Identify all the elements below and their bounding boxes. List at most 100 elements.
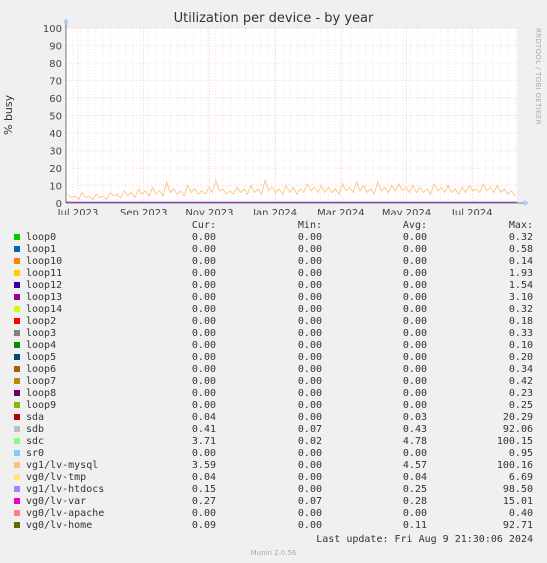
legend-value-min: 0.00 [297, 304, 322, 315]
legend-value-max: 100.16 [496, 460, 533, 471]
legend-swatch [14, 498, 20, 504]
legend-swatch [14, 258, 20, 264]
legend-value-avg: 0.00 [402, 280, 427, 291]
legend-row: vg0/lv-tmp 0.04 0.00 0.04 6.69 [0, 472, 547, 484]
legend-row: loop1 0.00 0.00 0.00 0.58 [0, 244, 547, 256]
legend-value-max: 0.18 [508, 316, 533, 327]
y-tick-label: 20 [49, 164, 62, 175]
x-tick-label: Nov 2023 [185, 208, 233, 215]
legend-value-avg: 0.25 [402, 484, 427, 495]
legend-swatch [14, 486, 20, 492]
legend-value-avg: 0.00 [402, 400, 427, 411]
legend-series-name: loop4 [26, 340, 57, 351]
y-tick-label: 70 [49, 77, 62, 88]
x-tick-label: Jul 2023 [57, 208, 99, 215]
legend-swatch [14, 474, 20, 480]
legend-value-avg: 0.00 [402, 232, 427, 243]
legend-series-name: loop14 [26, 304, 63, 315]
legend-series-name: loop7 [26, 376, 57, 387]
legend-value-cur: 0.04 [191, 412, 216, 423]
last-update: Last update: Fri Aug 9 21:30:06 2024 [316, 534, 533, 545]
legend-value-avg: 0.00 [402, 376, 427, 387]
legend-value-cur: 0.00 [191, 304, 216, 315]
legend-swatch [14, 306, 20, 312]
legend-row: loop13 0.00 0.00 0.00 3.10 [0, 292, 547, 304]
y-tick-label: 60 [49, 94, 62, 105]
legend-series-name: loop10 [26, 256, 63, 267]
legend-series-name: loop0 [26, 232, 57, 243]
legend-value-max: 0.32 [508, 304, 533, 315]
legend-row: loop5 0.00 0.00 0.00 0.20 [0, 352, 547, 364]
legend-value-avg: 0.00 [402, 244, 427, 255]
legend-value-min: 0.00 [297, 460, 322, 471]
legend-value-min: 0.00 [297, 352, 322, 363]
legend-value-max: 92.06 [502, 424, 533, 435]
legend-value-min: 0.00 [297, 232, 322, 243]
legend-value-max: 0.23 [508, 388, 533, 399]
legend-value-cur: 0.41 [191, 424, 216, 435]
legend-value-cur: 0.00 [191, 340, 216, 351]
legend-series-name: vg0/lv-home [26, 520, 93, 531]
legend-series-name: loop9 [26, 400, 57, 411]
legend-value-max: 0.42 [508, 376, 533, 387]
legend-value-max: 0.14 [508, 256, 533, 267]
legend-swatch [14, 366, 20, 372]
y-tick-label: 30 [49, 147, 62, 158]
legend-value-max: 1.93 [508, 268, 533, 279]
legend-value-avg: 4.78 [402, 436, 427, 447]
legend-value-max: 0.20 [508, 352, 533, 363]
legend-row: sr0 0.00 0.00 0.00 0.95 [0, 448, 547, 460]
legend-row: loop12 0.00 0.00 0.00 1.54 [0, 280, 547, 292]
legend-value-min: 0.00 [297, 244, 322, 255]
legend-value-max: 98.50 [502, 484, 533, 495]
legend-swatch [14, 270, 20, 276]
legend-swatch [14, 522, 20, 528]
legend-value-cur: 0.00 [191, 448, 216, 459]
legend-series-name: sdb [26, 424, 45, 435]
legend-value-max: 0.58 [508, 244, 533, 255]
legend-value-avg: 0.43 [402, 424, 427, 435]
legend-swatch [14, 234, 20, 240]
header-max: Max: [508, 220, 533, 231]
legend-value-cur: 0.00 [191, 280, 216, 291]
legend-row: vg0/lv-apache 0.00 0.00 0.00 0.40 [0, 508, 547, 520]
legend-value-cur: 0.00 [191, 328, 216, 339]
legend-row: loop0 0.00 0.00 0.00 0.32 [0, 232, 547, 244]
legend-row: sdb 0.41 0.07 0.43 92.06 [0, 424, 547, 436]
y-tick-label: 90 [49, 42, 62, 53]
legend-value-avg: 0.00 [402, 388, 427, 399]
legend-value-avg: 0.00 [402, 340, 427, 351]
legend-value-avg: 0.00 [402, 328, 427, 339]
legend: Cur: Min: Avg: Max: loop0 0.00 0.00 0.00 0.3… [0, 220, 547, 532]
legend-value-min: 0.00 [297, 256, 322, 267]
y-tick-label: 50 [49, 112, 62, 123]
legend-value-min: 0.00 [297, 268, 322, 279]
legend-value-max: 1.54 [508, 280, 533, 291]
legend-row: loop6 0.00 0.00 0.00 0.34 [0, 364, 547, 376]
chart-plot: 0102030405060708090100Jul 2023 Sep 2023 No… [43, 18, 529, 215]
legend-value-avg: 0.28 [402, 496, 427, 507]
legend-value-min: 0.00 [297, 364, 322, 375]
legend-swatch [14, 342, 20, 348]
legend-series-name: sdc [26, 436, 45, 447]
legend-series-name: loop5 [26, 352, 57, 363]
legend-series-name: loop1 [26, 244, 57, 255]
legend-value-min: 0.00 [297, 388, 322, 399]
legend-series-name: loop6 [26, 364, 57, 375]
legend-value-max: 92.71 [502, 520, 533, 531]
legend-value-cur: 0.00 [191, 508, 216, 519]
legend-value-avg: 0.00 [402, 268, 427, 279]
legend-value-cur: 0.04 [191, 472, 216, 483]
legend-value-avg: 0.00 [402, 448, 427, 459]
legend-row: loop10 0.00 0.00 0.00 0.14 [0, 256, 547, 268]
legend-row: vg1/lv-htdocs 0.15 0.00 0.25 98.50 [0, 484, 547, 496]
legend-row: loop11 0.00 0.00 0.00 1.93 [0, 268, 547, 280]
legend-swatch [14, 414, 20, 420]
legend-series-name: vg1/lv-mysql [26, 460, 99, 471]
legend-value-min: 0.02 [297, 436, 322, 447]
legend-row: sda 0.04 0.00 0.03 20.29 [0, 412, 547, 424]
legend-value-cur: 0.00 [191, 232, 216, 243]
legend-series-name: loop2 [26, 316, 57, 327]
legend-row: loop8 0.00 0.00 0.00 0.23 [0, 388, 547, 400]
legend-value-avg: 0.00 [402, 352, 427, 363]
